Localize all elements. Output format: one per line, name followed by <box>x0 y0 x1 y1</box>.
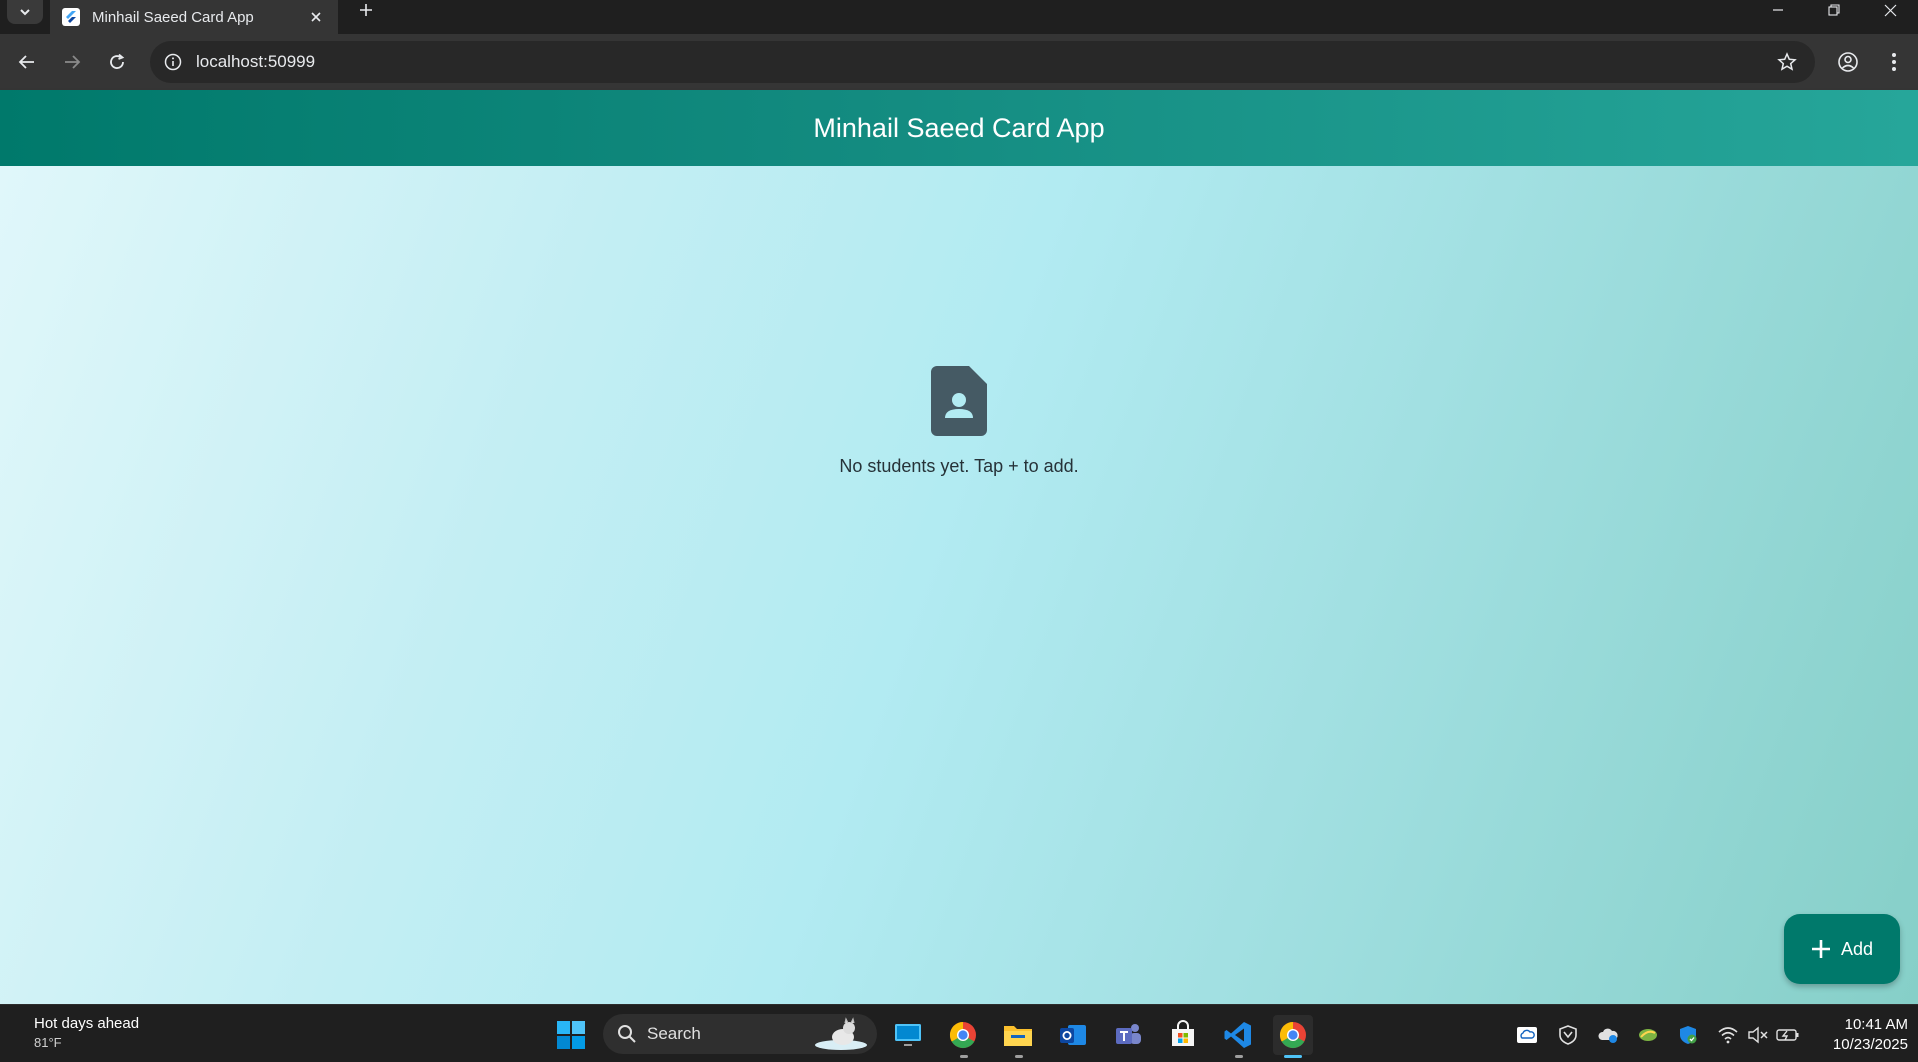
browser-toolbar: localhost:50999 <box>0 34 1918 90</box>
arrow-right-icon <box>65 55 81 69</box>
battery-charging-icon[interactable] <box>1776 1023 1800 1047</box>
close-tab-icon[interactable] <box>306 7 326 27</box>
weather-temperature: 81°F <box>34 1035 62 1050</box>
app-bar: Minhail Saeed Card App <box>0 90 1918 166</box>
address-bar[interactable]: localhost:50999 <box>150 41 1815 83</box>
close-window-button[interactable] <box>1862 0 1918 20</box>
back-button[interactable] <box>11 46 43 78</box>
close-icon <box>1884 4 1896 16</box>
bookmark-star-icon[interactable] <box>1773 48 1801 76</box>
tab-title: Minhail Saeed Card App <box>92 8 254 26</box>
system-clock[interactable]: 10:41 AM 10/23/2025 <box>1812 1015 1908 1055</box>
minimize-icon <box>1773 9 1783 11</box>
onedrive-tray-icon[interactable] <box>1515 1023 1539 1047</box>
browser-tab-strip: Minhail Saeed Card App <box>0 0 1918 34</box>
taskbar-file-explorer[interactable] <box>998 1015 1038 1055</box>
forward-button[interactable] <box>56 46 88 78</box>
search-highlight-image <box>815 1017 867 1050</box>
store-icon <box>1172 1020 1194 1046</box>
taskbar-chrome-active[interactable] <box>1273 1015 1313 1055</box>
new-tab-button[interactable] <box>352 0 380 20</box>
start-button[interactable] <box>551 1015 591 1055</box>
cloud-sync-tray-icon[interactable] <box>1596 1023 1620 1047</box>
reload-button[interactable] <box>101 46 133 78</box>
contact-document-icon <box>931 366 987 436</box>
add-button-label: Add <box>1840 938 1874 959</box>
network-app-tray-icon[interactable] <box>1636 1023 1660 1047</box>
volume-muted-icon[interactable] <box>1746 1023 1770 1047</box>
browser-tab[interactable]: Minhail Saeed Card App <box>50 0 338 34</box>
add-student-button[interactable]: Add <box>1784 914 1900 984</box>
empty-state-message: No students yet. Tap + to add. <box>839 456 1079 476</box>
profile-button[interactable] <box>1832 46 1864 78</box>
plus-icon <box>1811 940 1830 958</box>
windows-logo-icon <box>557 1021 585 1049</box>
outlook-icon <box>1060 1025 1086 1045</box>
active-indicator <box>1284 1055 1302 1058</box>
chrome-icon <box>1279 1021 1306 1049</box>
taskbar-outlook[interactable] <box>1053 1015 1093 1055</box>
empty-state: No students yet. Tap + to add. <box>0 366 1918 477</box>
profile-icon <box>1838 52 1858 72</box>
arrow-left-icon <box>18 55 34 69</box>
flutter-icon <box>62 8 80 26</box>
vscode-icon <box>1224 1022 1251 1048</box>
minimize-button[interactable] <box>1750 0 1806 20</box>
weather-title: Hot days ahead <box>34 1015 140 1032</box>
running-indicator <box>960 1055 968 1058</box>
tab-search-button[interactable] <box>7 0 43 24</box>
shield-tray-icon[interactable] <box>1556 1023 1580 1047</box>
page-title: Minhail Saeed Card App <box>813 112 1105 143</box>
site-info-icon[interactable] <box>162 51 184 73</box>
running-indicator <box>1015 1055 1023 1058</box>
restore-icon <box>1828 4 1840 16</box>
search-label: Search <box>647 1024 701 1043</box>
taskbar-teams[interactable] <box>1108 1015 1148 1055</box>
main-content <box>0 166 1918 1004</box>
reload-icon <box>110 53 125 69</box>
taskbar-vscode[interactable] <box>1218 1015 1258 1055</box>
search-icon <box>618 1025 636 1043</box>
clock-time: 10:41 AM <box>1844 1016 1908 1033</box>
folder-icon <box>1004 1026 1032 1046</box>
browser-menu-button[interactable] <box>1878 46 1910 78</box>
chrome-icon <box>949 1021 976 1049</box>
restore-button[interactable] <box>1806 0 1862 20</box>
taskbar-desktop-app[interactable] <box>888 1015 928 1055</box>
more-vertical-icon <box>1892 53 1896 71</box>
monitor-icon <box>895 1024 921 1046</box>
weather-widget[interactable]: Hot days ahead 81°F <box>34 1015 139 1050</box>
clock-date: 10/23/2025 <box>1832 1036 1908 1053</box>
running-indicator <box>1235 1055 1243 1058</box>
plus-icon <box>360 4 372 16</box>
taskbar-chrome-profile[interactable] <box>943 1015 983 1055</box>
taskbar-search[interactable]: Search <box>603 1014 877 1054</box>
wifi-icon[interactable] <box>1716 1023 1740 1047</box>
teams-icon <box>1116 1024 1141 1044</box>
windows-taskbar: Hot days ahead 81°F Search 10:41 AM 10/2… <box>0 1004 1918 1062</box>
security-tray-icon[interactable] <box>1676 1023 1700 1047</box>
url-text: localhost:50999 <box>196 52 316 71</box>
taskbar-store[interactable] <box>1163 1015 1203 1055</box>
chevron-down-icon <box>20 9 30 16</box>
